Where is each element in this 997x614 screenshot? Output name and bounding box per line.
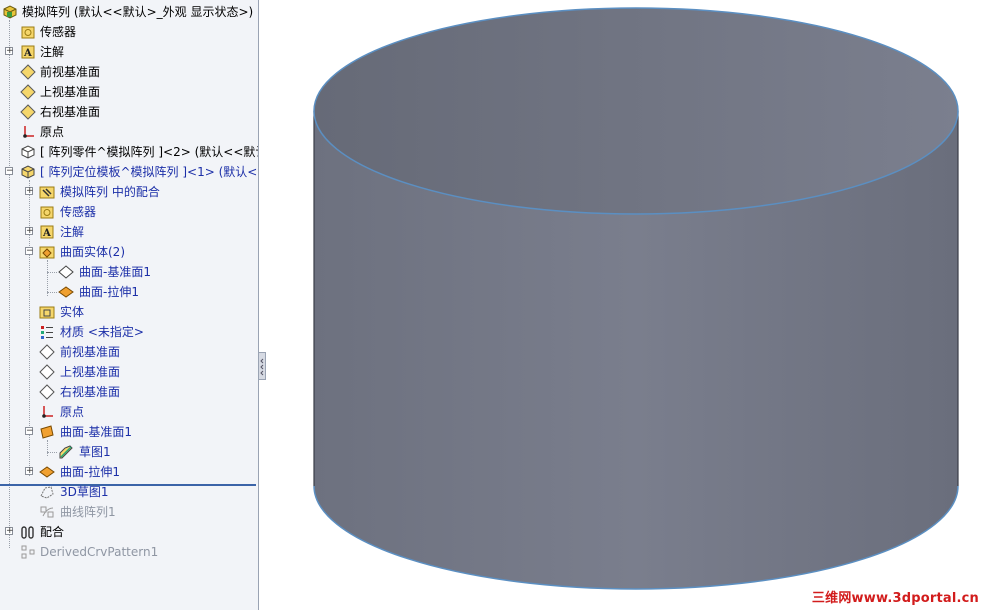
mates-icon [20, 524, 36, 540]
tree-item-label: 上视基准面 [60, 365, 121, 379]
tree-item-label: [ 阵列零件^模拟阵列 ]<2> (默认<<默认 [40, 145, 259, 159]
tree-item-label: 注解 [60, 225, 85, 239]
expand-icon[interactable]: + [25, 467, 34, 476]
tree-item-label: 注解 [40, 45, 65, 59]
tree-item-label: 右视基准面 [60, 385, 121, 399]
tree-item-label: 模拟阵列 中的配合 [60, 185, 160, 199]
surface-plane-feature-icon [39, 424, 55, 440]
annotation-icon: A [39, 224, 55, 240]
sensor-icon [20, 24, 36, 40]
surface-plane-icon [58, 264, 74, 280]
svg-text:A: A [42, 228, 51, 239]
tree-item-label: 曲面-拉伸1 [79, 285, 139, 299]
surface-extrude-icon [39, 464, 55, 480]
sketch-icon [58, 444, 74, 460]
part-icon [20, 164, 36, 180]
tree-item-label: 曲面-基准面1 [60, 425, 132, 439]
derived-pattern-icon [20, 544, 36, 560]
mates-folder-icon [39, 184, 55, 200]
tree-item-label: 原点 [60, 405, 85, 419]
tree-item-label: [ 阵列定位模板^模拟阵列 ]<1> (默认<< [40, 165, 259, 179]
origin-icon [39, 404, 55, 420]
sketch-3d-icon [39, 484, 55, 500]
surface-bodies-folder-icon [39, 244, 55, 260]
tree-item-label: 曲面-基准面1 [79, 265, 151, 279]
graphics-viewport[interactable] [268, 0, 997, 610]
tree-item-label: 3D草图1 [60, 485, 109, 499]
tree-item-label: 曲面实体(2) [60, 245, 125, 259]
tree-item-label: 传感器 [40, 25, 77, 39]
cylinder-top-face[interactable] [313, 7, 959, 215]
part-icon [20, 144, 36, 160]
collapse-icon[interactable]: − [5, 167, 14, 176]
solid-bodies-folder-icon [39, 304, 55, 320]
surface-extrude-icon [58, 284, 74, 300]
collapse-icon[interactable]: − [25, 247, 34, 256]
annotation-icon: A [20, 44, 36, 60]
plane-icon [39, 364, 55, 380]
tree-item-label: 传感器 [60, 205, 97, 219]
tree-item-label: 草图1 [79, 445, 111, 459]
panel-collapse-handle[interactable] [258, 352, 266, 380]
svg-text:A: A [23, 48, 32, 59]
tree-item-label: 曲线阵列1 [60, 505, 116, 519]
plane-icon [20, 64, 36, 80]
expand-icon[interactable]: + [25, 227, 34, 236]
tree-item-label: 实体 [60, 305, 85, 319]
tree-item-label: 前视基准面 [60, 345, 121, 359]
plane-icon [20, 104, 36, 120]
tree-item-label: 上视基准面 [40, 85, 101, 99]
expand-icon[interactable]: + [25, 187, 34, 196]
tree-item-label: 材质 <未指定> [60, 325, 144, 339]
origin-icon [20, 124, 36, 140]
cylinder-model[interactable] [268, 0, 997, 610]
feature-manager-tree[interactable]: 模拟阵列 (默认<<默认>_外观 显示状态>) 传感器 + A 注解 前视基准面… [0, 0, 259, 610]
tree-item-label: 模拟阵列 (默认<<默认>_外观 显示状态>) [22, 5, 254, 19]
plane-icon [39, 344, 55, 360]
watermark-logo: 三维网www.3dportal.cn [811, 591, 979, 606]
expand-icon[interactable]: + [5, 527, 14, 536]
sensor-icon [39, 204, 55, 220]
expand-icon[interactable]: + [5, 47, 14, 56]
material-icon [39, 324, 55, 340]
plane-icon [20, 84, 36, 100]
tree-item-label: 曲面-拉伸1 [60, 465, 120, 479]
plane-icon [39, 384, 55, 400]
tree-item-label: 前视基准面 [40, 65, 101, 79]
tree-item-label: 原点 [40, 125, 65, 139]
tree-item-label: 右视基准面 [40, 105, 101, 119]
curve-pattern-icon [39, 504, 55, 520]
assembly-icon [2, 4, 18, 20]
tree-item-label: DerivedCrvPattern1 [40, 545, 159, 559]
collapse-icon[interactable]: − [25, 427, 34, 436]
tree-item-label: 配合 [40, 525, 65, 539]
